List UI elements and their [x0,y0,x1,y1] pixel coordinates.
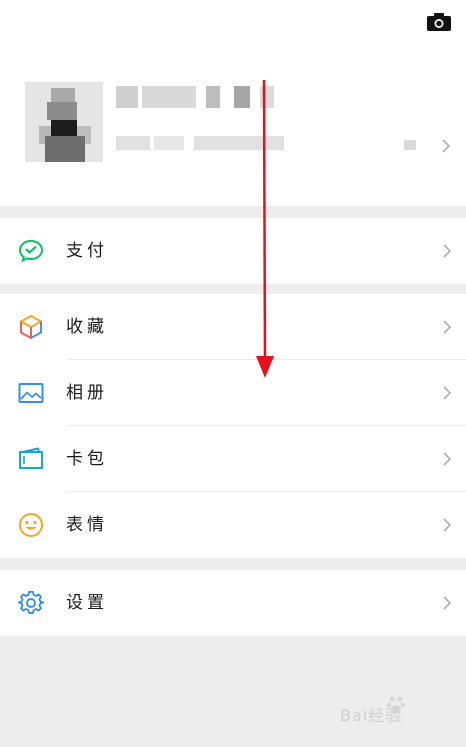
album-picture-icon [18,380,44,406]
menu-item-label: 卡包 [66,449,108,469]
menu-item-favorites[interactable]: 收藏 [0,294,466,360]
menu-item-settings[interactable]: 设置 [0,570,466,636]
watermark-text: Bai经验 [340,706,403,725]
avatar[interactable] [25,82,103,162]
qr-code-icon[interactable] [404,140,416,150]
profile-name-redacted [116,86,276,108]
chevron-right-icon [442,243,452,259]
menu-item-pay[interactable]: 支付 [0,218,466,284]
section-gap [0,558,466,570]
chevron-right-icon [442,319,452,335]
sticker-smiley-icon [18,512,44,538]
menu-item-cards[interactable]: 卡包 [0,426,466,492]
favorites-cube-icon [18,314,44,340]
chevron-right-icon [442,595,452,611]
wechat-pay-icon [18,238,44,264]
profile-header [0,0,466,206]
wechat-id-redacted [116,136,296,150]
watermark-logo: Bai经验 [340,694,450,730]
menu-item-label: 设置 [66,593,108,613]
menu-item-label: 相册 [66,383,108,403]
chevron-right-icon [442,385,452,401]
menu-item-label: 收藏 [66,317,108,337]
me-page: 支付 收藏 相册 卡包 表情 设置 Bai经验 [0,0,466,747]
section-gap [0,206,466,218]
menu-item-stickers[interactable]: 表情 [0,492,466,558]
camera-icon[interactable] [426,12,452,32]
chevron-right-icon [442,517,452,533]
menu-item-album[interactable]: 相册 [0,360,466,426]
chevron-right-icon [441,138,451,154]
menu-item-label: 表情 [66,515,108,535]
settings-gear-icon [17,590,45,616]
card-wallet-icon [18,446,44,472]
menu-item-label: 支付 [66,241,108,261]
chevron-right-icon [442,451,452,467]
section-gap [0,284,466,294]
